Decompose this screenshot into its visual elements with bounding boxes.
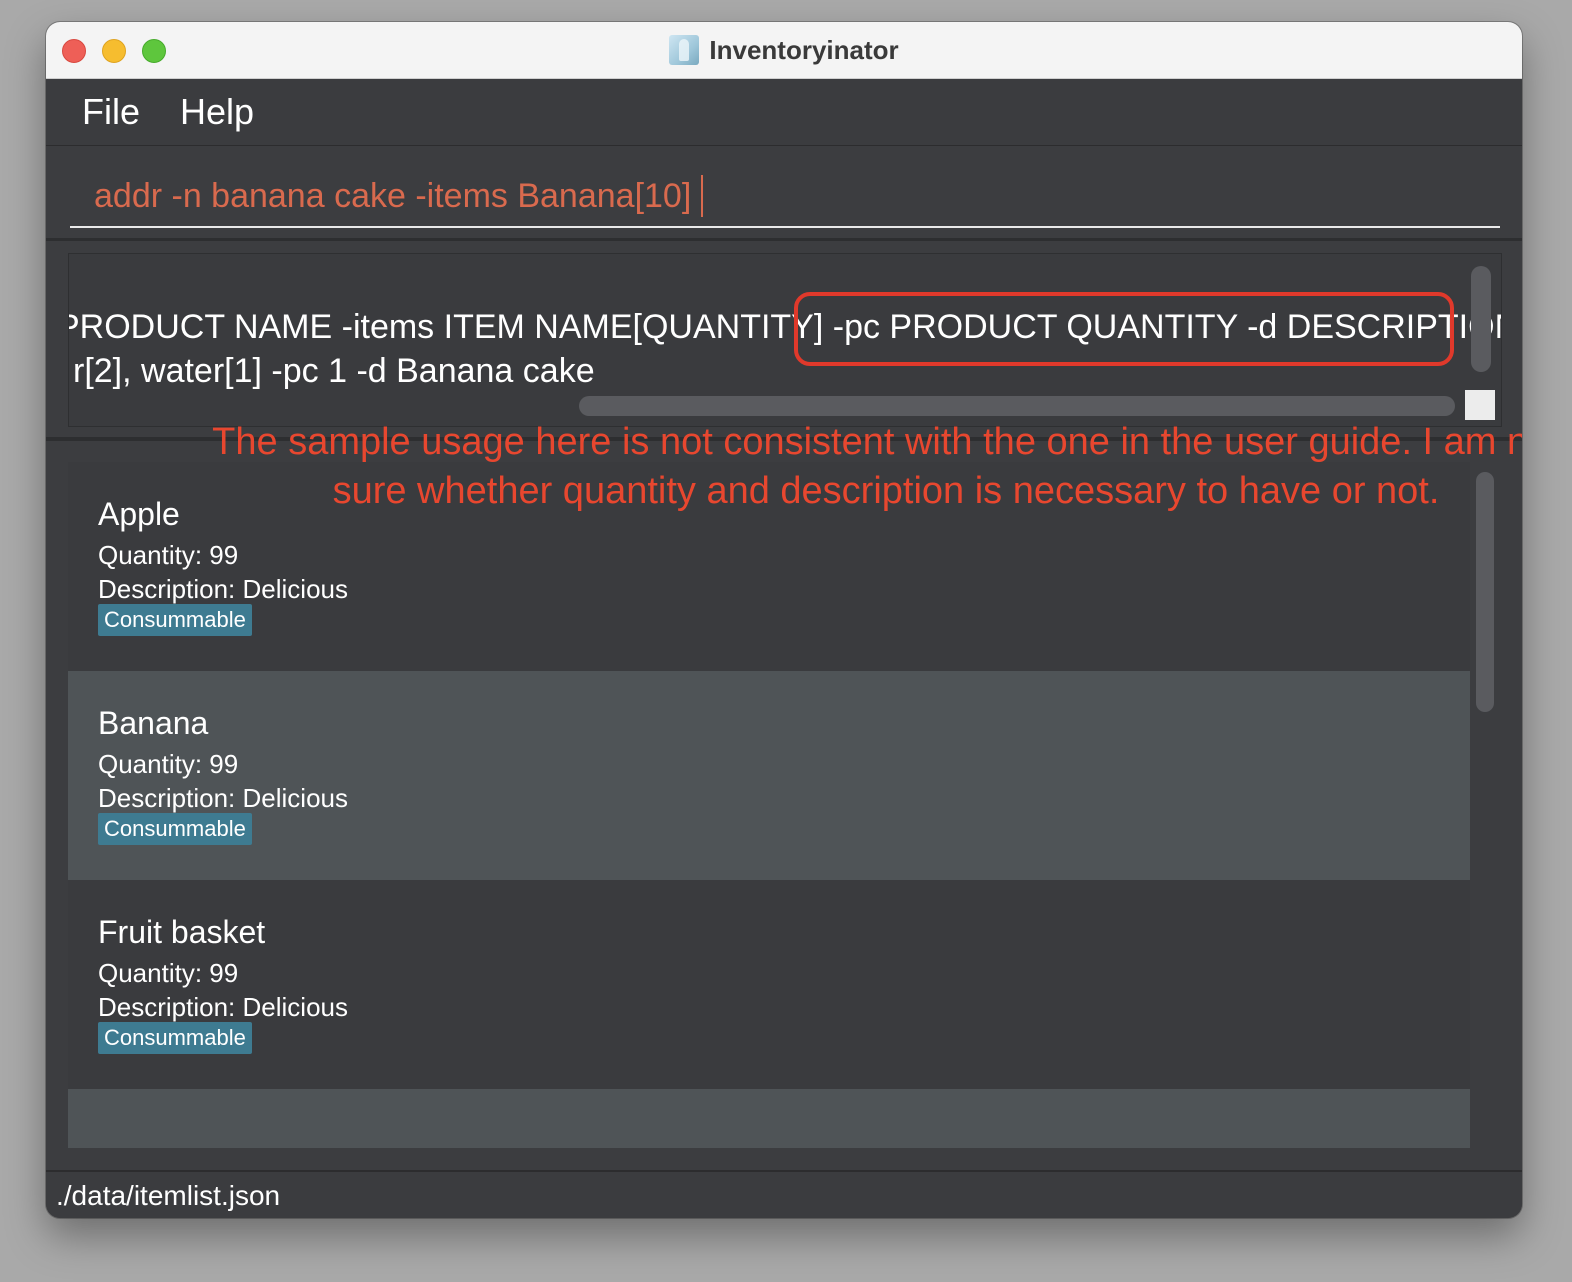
title-bar[interactable]: Inventoryinator [46, 22, 1522, 79]
item-tag: Consummable [98, 1022, 252, 1054]
item-list[interactable]: Apple Quantity: 99 Description: Deliciou… [68, 462, 1470, 1148]
item-tag: Consummable [98, 604, 252, 636]
result-display: PRODUCT NAME -items ITEM NAME[QUANTITY] … [46, 241, 1522, 441]
item-name: Banana [98, 705, 209, 741]
scroll-corner [1465, 390, 1495, 420]
menu-help[interactable]: Help [180, 91, 258, 133]
item-tag: Consummable [98, 813, 252, 845]
menu-file[interactable]: File [82, 91, 144, 133]
item-quantity: Quantity: 99 [98, 540, 239, 570]
result-line-2: r[2], water[1] -pc 1 -d Banana cake [73, 352, 595, 390]
item-card[interactable]: Fruit basket Quantity: 99 Description: D… [68, 880, 1470, 1089]
menu-bar: File Help [46, 79, 1522, 146]
status-bar: ./data/itemlist.json [46, 1170, 1522, 1218]
command-text: addr -n banana cake -items Banana[10] [94, 176, 692, 215]
data-file-path: ./data/itemlist.json [56, 1180, 281, 1211]
item-name: Apple [98, 496, 180, 532]
item-description: Description: Delicious [98, 574, 348, 604]
result-vertical-scrollbar[interactable] [1471, 266, 1491, 372]
item-quantity: Quantity: 99 [98, 958, 239, 988]
item-description: Description: Delicious [98, 783, 348, 813]
annotation-highlight-box [794, 292, 1454, 366]
result-horizontal-scrollbar[interactable] [579, 396, 1455, 416]
command-box: addr -n banana cake -items Banana[10] [46, 146, 1522, 241]
result-text-area[interactable]: PRODUCT NAME -items ITEM NAME[QUANTITY] … [68, 253, 1502, 427]
window-title: Inventoryinator [709, 34, 899, 65]
app-window: Inventoryinator File Help addr -n banana… [46, 22, 1522, 1218]
item-description: Description: Delicious [98, 992, 348, 1022]
item-name: Fruit basket [98, 914, 266, 950]
app-icon [669, 35, 700, 65]
annotation-note: The sample usage here is not consistent … [212, 421, 1522, 512]
empty-list-row [68, 1089, 1470, 1148]
item-card[interactable]: Banana Quantity: 99 Description: Delicio… [68, 671, 1470, 880]
item-quantity: Quantity: 99 [98, 749, 239, 779]
command-input[interactable]: addr -n banana cake -items Banana[10] [70, 166, 1500, 228]
text-caret [701, 175, 704, 217]
